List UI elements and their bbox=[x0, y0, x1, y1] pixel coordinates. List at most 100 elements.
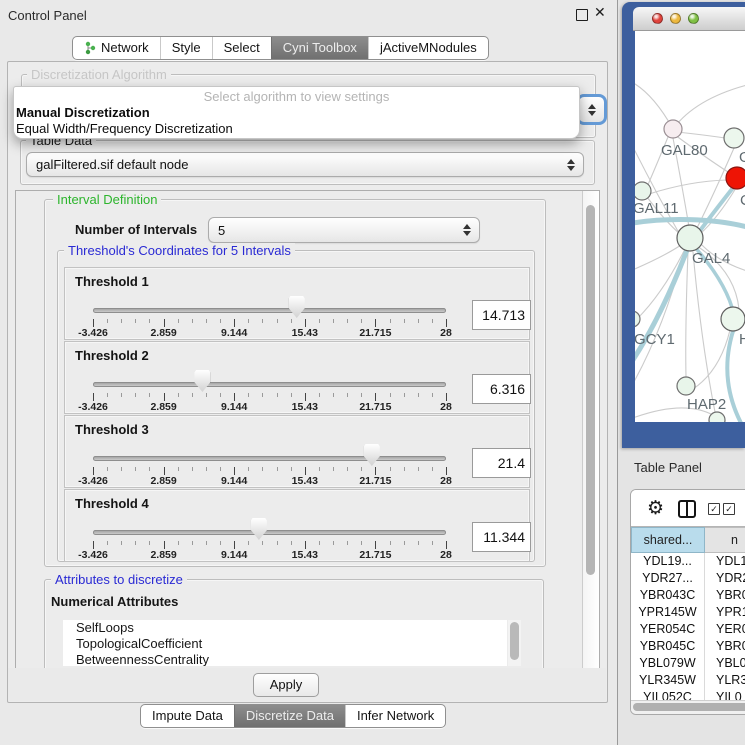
slider-tick bbox=[432, 319, 433, 323]
threshold-slider-thumb[interactable] bbox=[289, 296, 305, 318]
slider-tick bbox=[432, 541, 433, 545]
node-label[interactable]: HAP2 bbox=[687, 396, 726, 413]
table-toolbar: ⚙ ✓ ✓ bbox=[631, 490, 745, 526]
slider-tick bbox=[135, 467, 136, 471]
tab-style[interactable]: Style bbox=[160, 37, 212, 59]
threshold-slider-thumb[interactable] bbox=[364, 444, 380, 466]
node[interactable] bbox=[677, 225, 703, 251]
table-row[interactable]: YER054CYER0 bbox=[631, 621, 745, 638]
tab-cyni-toolbox[interactable]: Cyni Toolbox bbox=[271, 37, 368, 59]
node-label[interactable]: G bbox=[739, 149, 745, 166]
number-of-intervals-label: Number of Intervals bbox=[75, 222, 197, 237]
threshold-slider-thumb[interactable] bbox=[251, 518, 267, 540]
slider-tick bbox=[432, 467, 433, 471]
thresholds-groupbox: Threshold's Coordinates for 5 Intervals … bbox=[57, 250, 535, 562]
slider-tick bbox=[149, 393, 150, 397]
table-row[interactable]: YDR27...YDR2 bbox=[631, 570, 745, 587]
slider-tick-label: 9.144 bbox=[221, 327, 247, 339]
attribute-list-item[interactable]: BetweennessCentrality bbox=[63, 652, 507, 666]
table-row[interactable]: YPR145WYPR1 bbox=[631, 604, 745, 621]
network-edge bbox=[677, 132, 725, 138]
scrollbar-thumb[interactable] bbox=[510, 622, 519, 660]
slider-tick-label: 28 bbox=[440, 549, 452, 561]
threshold-slider-track[interactable] bbox=[93, 530, 446, 535]
scrollbar-thumb[interactable] bbox=[633, 703, 745, 711]
threshold-slider-thumb[interactable] bbox=[194, 370, 210, 392]
column-header-name[interactable]: n bbox=[705, 527, 745, 553]
slider-tick bbox=[347, 467, 348, 471]
node-label[interactable]: H bbox=[739, 331, 745, 348]
dropdown-option[interactable]: Equal Width/Frequency Discretization bbox=[14, 121, 579, 137]
threshold-slider-track[interactable] bbox=[93, 308, 446, 313]
close-traffic-light-icon[interactable] bbox=[652, 13, 663, 24]
dropdown-option[interactable]: Manual Discretization bbox=[14, 105, 579, 121]
attributes-group-label: Attributes to discretize bbox=[51, 572, 187, 587]
checkbox-icon[interactable]: ✓ bbox=[723, 503, 735, 515]
settings-vertical-scrollbar[interactable] bbox=[582, 191, 599, 669]
checkbox-icon[interactable]: ✓ bbox=[708, 503, 720, 515]
apply-button[interactable]: Apply bbox=[253, 673, 319, 697]
algorithm-combobox[interactable] bbox=[576, 94, 607, 125]
table-horizontal-scrollbar[interactable] bbox=[631, 700, 745, 714]
tab-infer-network[interactable]: Infer Network bbox=[345, 705, 445, 727]
cell-name: YPR1 bbox=[705, 604, 745, 621]
slider-tick-label: -3.426 bbox=[78, 475, 108, 487]
slider-tick bbox=[149, 467, 150, 471]
gear-icon[interactable]: ⚙ bbox=[647, 497, 664, 520]
node[interactable] bbox=[726, 167, 745, 189]
table-row[interactable]: YLR345WYLR3 bbox=[631, 672, 745, 689]
minimize-traffic-light-icon[interactable] bbox=[670, 13, 681, 24]
tab-impute-data[interactable]: Impute Data bbox=[141, 705, 234, 727]
columns-icon[interactable] bbox=[678, 500, 696, 518]
node[interactable] bbox=[635, 311, 640, 327]
scrollbar-thumb[interactable] bbox=[586, 205, 595, 575]
node[interactable] bbox=[677, 377, 695, 395]
node[interactable] bbox=[709, 412, 725, 422]
threshold-value-field[interactable] bbox=[472, 300, 531, 330]
node-table-card: ⚙ ✓ ✓ shared... n YDL19...YDL1YDR27...YD… bbox=[630, 489, 745, 715]
tab-label: Network bbox=[101, 37, 149, 59]
network-window-titlebar[interactable] bbox=[633, 7, 745, 31]
tab-select[interactable]: Select bbox=[212, 37, 271, 59]
slider-tick-label: 28 bbox=[440, 401, 452, 413]
zoom-traffic-light-icon[interactable] bbox=[688, 13, 699, 24]
slider-tick bbox=[333, 541, 334, 545]
node[interactable] bbox=[724, 128, 744, 148]
node-label[interactable]: GAL4 bbox=[692, 250, 730, 267]
attributes-scrollbar[interactable] bbox=[508, 620, 521, 666]
network-graph: GAL80 G C GAL11 GAL4 GCY1 H HAP2 bbox=[635, 31, 745, 422]
threshold-value-field[interactable] bbox=[472, 448, 531, 478]
node[interactable] bbox=[664, 120, 682, 138]
table-row[interactable]: YIL052CYIL0 bbox=[631, 689, 745, 700]
network-canvas[interactable]: GAL80 G C GAL11 GAL4 GCY1 H HAP2 bbox=[635, 31, 745, 422]
threshold-slider-track[interactable] bbox=[93, 456, 446, 461]
node[interactable] bbox=[635, 182, 651, 200]
node[interactable] bbox=[721, 307, 745, 331]
network-view-window[interactable]: GAL80 G C GAL11 GAL4 GCY1 H HAP2 bbox=[622, 2, 745, 448]
node-label[interactable]: GCY1 bbox=[635, 331, 675, 348]
tab-discretize-data[interactable]: Discretize Data bbox=[234, 705, 345, 727]
attribute-list-item[interactable]: TopologicalCoefficient bbox=[63, 636, 507, 652]
node-label[interactable]: GAL11 bbox=[635, 200, 679, 217]
number-of-intervals-combobox[interactable]: 5 bbox=[208, 217, 480, 243]
threshold-value-field[interactable] bbox=[472, 374, 531, 404]
numerical-attributes-list[interactable]: SelfLoopsTopologicalCoefficientBetweenne… bbox=[63, 620, 507, 666]
slider-tick-label: 21.715 bbox=[359, 549, 391, 561]
table-row[interactable]: YBL079WYBL0 bbox=[631, 655, 745, 672]
node-label[interactable]: C bbox=[740, 192, 745, 209]
threshold-value-field[interactable] bbox=[472, 522, 531, 552]
cell-shared-name: YER054C bbox=[631, 621, 705, 638]
column-header-shared-name[interactable]: shared... bbox=[631, 527, 705, 553]
tab-network[interactable]: Network bbox=[73, 37, 160, 59]
table-row[interactable]: YBR043CYBR0 bbox=[631, 587, 745, 604]
table-row[interactable]: YBR045CYBR0 bbox=[631, 638, 745, 655]
table-data-combobox[interactable]: galFiltered.sif default node bbox=[26, 152, 584, 177]
table-row[interactable]: YDL19...YDL1 bbox=[631, 553, 745, 570]
float-window-icon[interactable] bbox=[576, 9, 588, 21]
close-icon[interactable]: ✕ bbox=[594, 4, 606, 21]
attribute-list-item[interactable]: SelfLoops bbox=[63, 620, 507, 636]
threshold-label: Threshold 1 bbox=[75, 274, 149, 289]
tab-jactivemnodules[interactable]: jActiveMNodules bbox=[368, 37, 488, 59]
threshold-slider-track[interactable] bbox=[93, 382, 446, 387]
node-label[interactable]: GAL80 bbox=[661, 142, 708, 159]
